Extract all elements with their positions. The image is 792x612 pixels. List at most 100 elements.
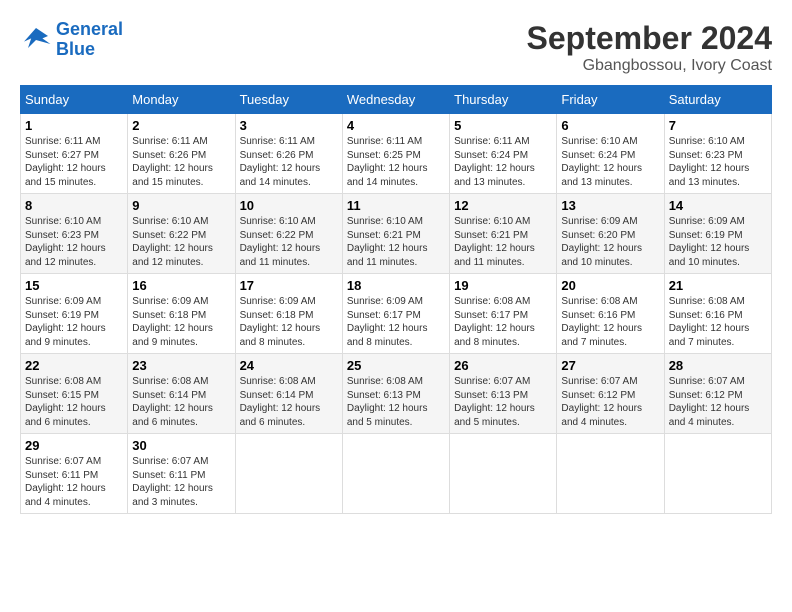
table-row: 9 Sunrise: 6:10 AM Sunset: 6:22 PM Dayli… <box>128 194 235 274</box>
logo-text: General Blue <box>56 20 123 60</box>
table-row <box>342 434 449 514</box>
day-number: 22 <box>25 358 123 373</box>
logo-icon <box>20 24 52 56</box>
table-row: 15 Sunrise: 6:09 AM Sunset: 6:19 PM Dayl… <box>21 274 128 354</box>
col-tuesday: Tuesday <box>235 86 342 114</box>
day-info: Sunrise: 6:09 AM Sunset: 6:17 PM Dayligh… <box>347 295 445 349</box>
calendar-week-row: 1 Sunrise: 6:11 AM Sunset: 6:27 PM Dayli… <box>21 114 772 194</box>
calendar-table: Sunday Monday Tuesday Wednesday Thursday… <box>20 85 772 514</box>
day-number: 12 <box>454 198 552 213</box>
day-info: Sunrise: 6:10 AM Sunset: 6:22 PM Dayligh… <box>132 215 230 269</box>
day-number: 18 <box>347 278 445 293</box>
day-number: 9 <box>132 198 230 213</box>
day-info: Sunrise: 6:10 AM Sunset: 6:22 PM Dayligh… <box>240 215 338 269</box>
day-info: Sunrise: 6:10 AM Sunset: 6:21 PM Dayligh… <box>454 215 552 269</box>
table-row: 4 Sunrise: 6:11 AM Sunset: 6:25 PM Dayli… <box>342 114 449 194</box>
calendar-week-row: 29 Sunrise: 6:07 AM Sunset: 6:11 PM Dayl… <box>21 434 772 514</box>
day-info: Sunrise: 6:10 AM Sunset: 6:23 PM Dayligh… <box>25 215 123 269</box>
table-row: 14 Sunrise: 6:09 AM Sunset: 6:19 PM Dayl… <box>664 194 771 274</box>
day-number: 11 <box>347 198 445 213</box>
day-number: 1 <box>25 118 123 133</box>
location-subtitle: Gbangbossou, Ivory Coast <box>527 57 772 75</box>
table-row: 27 Sunrise: 6:07 AM Sunset: 6:12 PM Dayl… <box>557 354 664 434</box>
calendar-week-row: 8 Sunrise: 6:10 AM Sunset: 6:23 PM Dayli… <box>21 194 772 274</box>
table-row <box>235 434 342 514</box>
day-number: 26 <box>454 358 552 373</box>
col-sunday: Sunday <box>21 86 128 114</box>
day-info: Sunrise: 6:10 AM Sunset: 6:21 PM Dayligh… <box>347 215 445 269</box>
table-row <box>664 434 771 514</box>
calendar-header-row: Sunday Monday Tuesday Wednesday Thursday… <box>21 86 772 114</box>
day-number: 24 <box>240 358 338 373</box>
day-info: Sunrise: 6:08 AM Sunset: 6:16 PM Dayligh… <box>669 295 767 349</box>
day-number: 10 <box>240 198 338 213</box>
day-info: Sunrise: 6:09 AM Sunset: 6:18 PM Dayligh… <box>132 295 230 349</box>
day-info: Sunrise: 6:08 AM Sunset: 6:16 PM Dayligh… <box>561 295 659 349</box>
table-row: 23 Sunrise: 6:08 AM Sunset: 6:14 PM Dayl… <box>128 354 235 434</box>
day-info: Sunrise: 6:09 AM Sunset: 6:18 PM Dayligh… <box>240 295 338 349</box>
calendar-week-row: 22 Sunrise: 6:08 AM Sunset: 6:15 PM Dayl… <box>21 354 772 434</box>
table-row: 30 Sunrise: 6:07 AM Sunset: 6:11 PM Dayl… <box>128 434 235 514</box>
day-number: 8 <box>25 198 123 213</box>
day-info: Sunrise: 6:11 AM Sunset: 6:24 PM Dayligh… <box>454 135 552 189</box>
table-row: 26 Sunrise: 6:07 AM Sunset: 6:13 PM Dayl… <box>450 354 557 434</box>
day-number: 20 <box>561 278 659 293</box>
day-info: Sunrise: 6:11 AM Sunset: 6:26 PM Dayligh… <box>132 135 230 189</box>
table-row: 13 Sunrise: 6:09 AM Sunset: 6:20 PM Dayl… <box>557 194 664 274</box>
day-number: 29 <box>25 438 123 453</box>
page-header: General Blue September 2024 Gbangbossou,… <box>20 20 772 75</box>
table-row: 22 Sunrise: 6:08 AM Sunset: 6:15 PM Dayl… <box>21 354 128 434</box>
day-number: 2 <box>132 118 230 133</box>
table-row: 11 Sunrise: 6:10 AM Sunset: 6:21 PM Dayl… <box>342 194 449 274</box>
table-row: 12 Sunrise: 6:10 AM Sunset: 6:21 PM Dayl… <box>450 194 557 274</box>
day-number: 14 <box>669 198 767 213</box>
day-info: Sunrise: 6:07 AM Sunset: 6:13 PM Dayligh… <box>454 375 552 429</box>
day-number: 13 <box>561 198 659 213</box>
day-number: 23 <box>132 358 230 373</box>
col-saturday: Saturday <box>664 86 771 114</box>
day-info: Sunrise: 6:11 AM Sunset: 6:26 PM Dayligh… <box>240 135 338 189</box>
day-number: 17 <box>240 278 338 293</box>
day-info: Sunrise: 6:11 AM Sunset: 6:25 PM Dayligh… <box>347 135 445 189</box>
day-number: 16 <box>132 278 230 293</box>
table-row: 3 Sunrise: 6:11 AM Sunset: 6:26 PM Dayli… <box>235 114 342 194</box>
table-row <box>557 434 664 514</box>
day-number: 21 <box>669 278 767 293</box>
day-number: 15 <box>25 278 123 293</box>
day-info: Sunrise: 6:08 AM Sunset: 6:13 PM Dayligh… <box>347 375 445 429</box>
table-row: 16 Sunrise: 6:09 AM Sunset: 6:18 PM Dayl… <box>128 274 235 354</box>
day-number: 25 <box>347 358 445 373</box>
table-row: 7 Sunrise: 6:10 AM Sunset: 6:23 PM Dayli… <box>664 114 771 194</box>
logo-line1: General <box>56 19 123 39</box>
day-number: 5 <box>454 118 552 133</box>
table-row: 17 Sunrise: 6:09 AM Sunset: 6:18 PM Dayl… <box>235 274 342 354</box>
day-number: 3 <box>240 118 338 133</box>
table-row: 6 Sunrise: 6:10 AM Sunset: 6:24 PM Dayli… <box>557 114 664 194</box>
day-number: 7 <box>669 118 767 133</box>
logo: General Blue <box>20 20 123 60</box>
day-number: 30 <box>132 438 230 453</box>
table-row: 18 Sunrise: 6:09 AM Sunset: 6:17 PM Dayl… <box>342 274 449 354</box>
day-number: 27 <box>561 358 659 373</box>
day-info: Sunrise: 6:07 AM Sunset: 6:11 PM Dayligh… <box>132 455 230 509</box>
day-number: 28 <box>669 358 767 373</box>
day-info: Sunrise: 6:08 AM Sunset: 6:14 PM Dayligh… <box>132 375 230 429</box>
day-info: Sunrise: 6:10 AM Sunset: 6:23 PM Dayligh… <box>669 135 767 189</box>
col-monday: Monday <box>128 86 235 114</box>
logo-line2: Blue <box>56 39 95 59</box>
day-number: 6 <box>561 118 659 133</box>
table-row: 10 Sunrise: 6:10 AM Sunset: 6:22 PM Dayl… <box>235 194 342 274</box>
day-info: Sunrise: 6:07 AM Sunset: 6:12 PM Dayligh… <box>669 375 767 429</box>
table-row <box>450 434 557 514</box>
day-info: Sunrise: 6:07 AM Sunset: 6:11 PM Dayligh… <box>25 455 123 509</box>
col-thursday: Thursday <box>450 86 557 114</box>
table-row: 20 Sunrise: 6:08 AM Sunset: 6:16 PM Dayl… <box>557 274 664 354</box>
col-wednesday: Wednesday <box>342 86 449 114</box>
day-number: 4 <box>347 118 445 133</box>
table-row: 25 Sunrise: 6:08 AM Sunset: 6:13 PM Dayl… <box>342 354 449 434</box>
table-row: 5 Sunrise: 6:11 AM Sunset: 6:24 PM Dayli… <box>450 114 557 194</box>
table-row: 8 Sunrise: 6:10 AM Sunset: 6:23 PM Dayli… <box>21 194 128 274</box>
day-info: Sunrise: 6:10 AM Sunset: 6:24 PM Dayligh… <box>561 135 659 189</box>
day-info: Sunrise: 6:07 AM Sunset: 6:12 PM Dayligh… <box>561 375 659 429</box>
day-info: Sunrise: 6:08 AM Sunset: 6:15 PM Dayligh… <box>25 375 123 429</box>
